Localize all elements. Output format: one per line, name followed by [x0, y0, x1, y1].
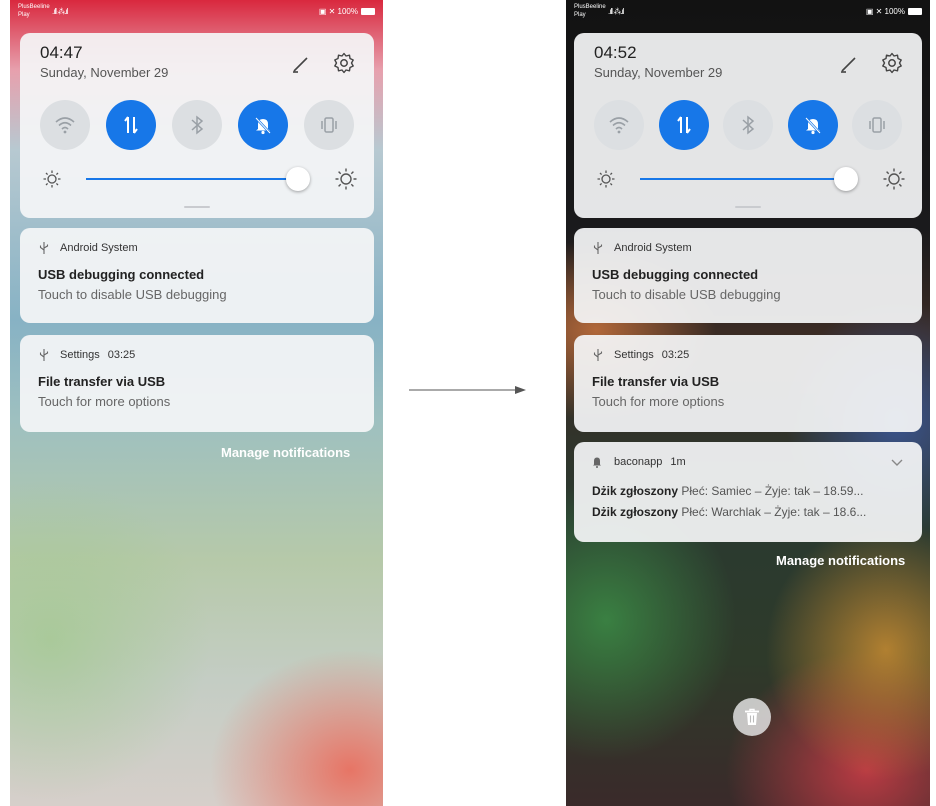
phone-screen-after: PlusBeeline Play .ıll ⁂.ıl ▣ ✕ 100% 04:52… — [566, 0, 930, 806]
gear-icon[interactable] — [332, 51, 356, 75]
brightness-slider[interactable] — [596, 167, 906, 191]
notification-title: File transfer via USB — [592, 374, 720, 389]
notification-app-name: baconapp — [614, 456, 663, 468]
notification-header: Settings 03:25 — [38, 347, 356, 363]
clock: 04:47 — [40, 43, 83, 62]
mobile-data-toggle[interactable] — [658, 100, 709, 150]
notification-header: Android System — [592, 240, 904, 256]
brightness-knob[interactable] — [286, 167, 311, 191]
notification-app-name: Android System — [60, 242, 138, 254]
status-right: ▣ ✕ 100% — [319, 7, 375, 16]
chevron-down-icon[interactable] — [890, 457, 904, 467]
notification-line: Dżik zgłoszony Płeć: Samiec – Żyje: tak … — [592, 484, 864, 498]
usb-icon — [593, 349, 603, 361]
bluetooth-icon — [191, 115, 204, 135]
drag-handle[interactable] — [735, 206, 761, 208]
date: Sunday, November 29 — [594, 65, 723, 80]
status-indicators: ▣ ✕ 100% — [865, 6, 905, 16]
gear-icon[interactable] — [880, 51, 904, 75]
edit-icon[interactable] — [838, 53, 860, 75]
carrier-label: PlusBeeline Play — [18, 4, 50, 18]
wifi-toggle[interactable] — [40, 100, 90, 150]
notification-title: USB debugging connected — [592, 267, 759, 282]
notification-text: Touch to disable USB debugging — [38, 287, 227, 302]
notification-header: baconapp 1m — [592, 454, 904, 470]
wifi-toggle[interactable] — [594, 100, 644, 150]
brightness-low-icon — [597, 170, 615, 188]
mobile-data-toggle[interactable] — [106, 100, 156, 150]
bell-off-icon — [804, 117, 821, 135]
notification-title: File transfer via USB — [38, 374, 166, 389]
brightness-low-icon — [43, 170, 61, 188]
do-not-disturb-toggle[interactable] — [787, 100, 838, 150]
vibrate-toggle[interactable] — [304, 100, 354, 150]
notification-title: USB debugging connected — [38, 267, 205, 282]
battery-icon — [361, 7, 375, 15]
clock: 04:52 — [594, 43, 637, 62]
edit-icon[interactable] — [290, 53, 312, 75]
status-bar: PlusBeeline Play .ıll ⁂.ıl ▣ ✕ 100% — [566, 0, 930, 22]
notification-line: Dżik zgłoszony Płeć: Warchlak – Żyje: ta… — [592, 505, 867, 519]
notification-header: Settings 03:25 — [592, 347, 904, 363]
quick-toggles — [594, 100, 902, 150]
notification-file-transfer[interactable]: Settings 03:25 File transfer via USB Tou… — [574, 335, 922, 432]
usb-icon — [593, 242, 603, 254]
usb-icon — [39, 242, 49, 254]
vibrate-toggle[interactable] — [852, 100, 902, 150]
carrier-label: PlusBeeline Play — [574, 4, 606, 18]
do-not-disturb-toggle[interactable] — [238, 100, 288, 150]
notification-app-name: Settings — [614, 349, 654, 361]
notification-app-name: Settings — [60, 349, 100, 361]
quick-settings-panel: 04:52 Sunday, November 29 — [574, 33, 922, 218]
trash-icon — [745, 708, 759, 725]
bluetooth-toggle[interactable] — [723, 100, 773, 150]
quick-settings-panel: 04:47 Sunday, November 29 — [20, 33, 374, 218]
wifi-icon — [609, 117, 629, 134]
quick-toggles — [40, 100, 354, 150]
wifi-icon — [55, 117, 75, 134]
brightness-slider[interactable] — [42, 167, 358, 191]
date: Sunday, November 29 — [40, 65, 169, 80]
notification-text: Touch for more options — [38, 394, 171, 409]
notification-text: Touch to disable USB debugging — [592, 287, 781, 302]
clear-all-button[interactable] — [733, 698, 771, 736]
bell-off-icon — [255, 117, 271, 135]
notification-time: 03:25 — [661, 349, 690, 361]
notification-header: Android System — [38, 240, 356, 256]
manage-notifications-link[interactable]: Manage notifications — [221, 445, 350, 460]
bluetooth-icon — [742, 115, 755, 135]
usb-icon — [39, 349, 49, 361]
signal-icon: .ıll ⁂.ıl — [52, 6, 68, 16]
notification-file-transfer[interactable]: Settings 03:25 File transfer via USB Tou… — [20, 335, 374, 432]
notification-time: 1m — [670, 456, 686, 468]
vibrate-icon — [869, 117, 885, 133]
notification-text: Touch for more options — [592, 394, 725, 409]
brightness-high-icon — [335, 168, 357, 190]
brightness-track[interactable] — [86, 178, 299, 180]
phone-screen-before: PlusBeeline Play .ıll ⁂.ıl ▣ ✕ 100% 04:47… — [10, 0, 383, 806]
brightness-high-icon — [883, 168, 905, 190]
brightness-track[interactable] — [640, 178, 847, 180]
drag-handle[interactable] — [184, 206, 210, 208]
notification-usb-debugging[interactable]: Android System USB debugging connected T… — [20, 228, 374, 323]
signal-icon: .ıll ⁂.ıl — [608, 6, 624, 16]
battery-icon — [908, 7, 922, 15]
notification-usb-debugging[interactable]: Android System USB debugging connected T… — [574, 228, 922, 323]
manage-notifications-link[interactable]: Manage notifications — [776, 553, 905, 568]
vibrate-icon — [321, 117, 337, 133]
bluetooth-toggle[interactable] — [172, 100, 222, 150]
status-indicators: ▣ ✕ 100% — [318, 6, 358, 16]
notification-baconapp[interactable]: baconapp 1m Dżik zgłoszony Płeć: Samiec … — [574, 442, 922, 542]
status-right: ▣ ✕ 100% — [866, 7, 922, 16]
status-bar: PlusBeeline Play .ıll ⁂.ıl ▣ ✕ 100% — [10, 0, 383, 22]
notification-time: 03:25 — [107, 349, 136, 361]
bell-icon — [593, 457, 601, 468]
mobile-data-icon — [676, 116, 691, 134]
transition-arrow — [409, 386, 526, 394]
brightness-knob[interactable] — [834, 167, 859, 191]
mobile-data-icon — [124, 116, 138, 134]
notification-app-name: Android System — [614, 242, 692, 254]
